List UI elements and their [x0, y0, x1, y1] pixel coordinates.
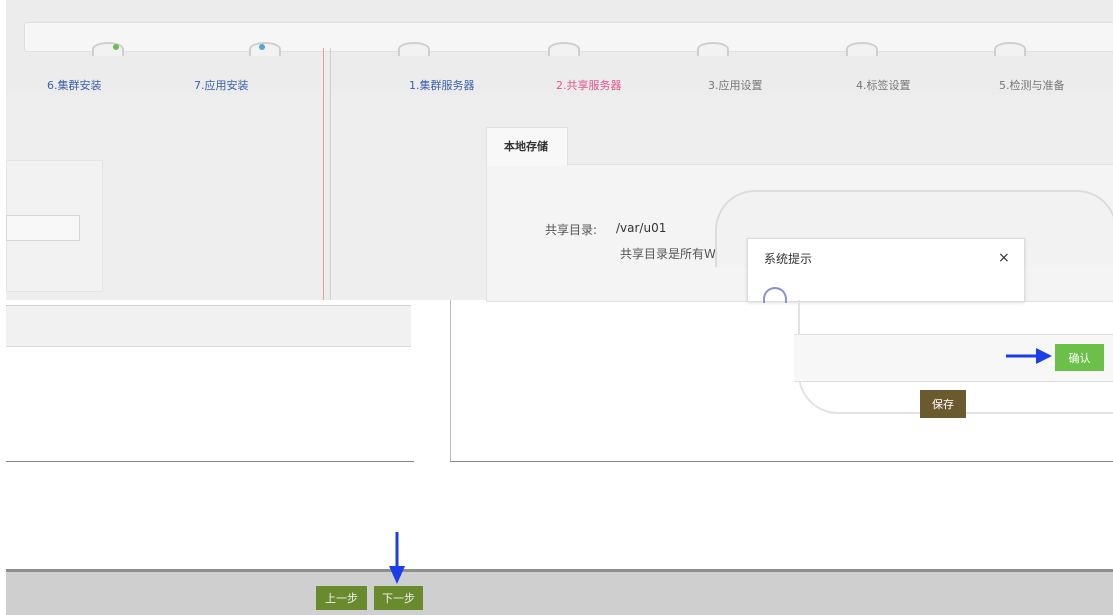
panel-divider [323, 48, 324, 300]
step-cluster-server[interactable]: 1.集群服务器 [409, 77, 475, 93]
step-circle [548, 42, 580, 56]
step-circle [398, 42, 430, 56]
step-circle [92, 42, 124, 56]
step-circle [697, 42, 729, 56]
dialog-title: 系统提示 [764, 252, 813, 266]
step-dot [113, 44, 119, 50]
close-icon[interactable]: × [998, 250, 1010, 266]
confirm-button[interactable]: 确认 [1055, 344, 1104, 371]
step-app-settings[interactable]: 3.应用设置 [708, 77, 763, 93]
step-check-prepare[interactable]: 5.检测与准备 [999, 77, 1065, 93]
step-circle [846, 42, 878, 56]
prev-step-button[interactable]: 上一步 [316, 586, 367, 610]
step-dot [259, 44, 265, 50]
tab-local-storage-label: 本地存储 [504, 140, 548, 153]
bottom-nav-bar [6, 570, 1113, 615]
step-share-server[interactable]: 2.共享服务器 [556, 77, 622, 93]
bottom-nav-border [6, 569, 1113, 572]
share-dir-label: 共享目录: [545, 223, 598, 237]
left-bottom-border [6, 461, 414, 462]
arrow-down-icon [389, 532, 405, 584]
step-app-install[interactable]: 7.应用安装 [194, 77, 249, 93]
next-step-button[interactable]: 下一步 [374, 586, 423, 610]
right-left-border [450, 300, 451, 462]
step-circle [249, 42, 281, 56]
arrow-right-icon [1006, 348, 1052, 364]
left-input[interactable] [6, 215, 80, 241]
right-bottom-border [450, 461, 1113, 462]
left-lower-bar [6, 305, 411, 347]
step-tag-settings[interactable]: 4.标签设置 [856, 77, 911, 93]
save-button[interactable]: 保存 [920, 390, 966, 418]
system-dialog [747, 238, 1025, 302]
step-cluster-install[interactable]: 6.集群安装 [47, 77, 102, 93]
share-dir-value: /var/u01 [616, 221, 667, 235]
step-circle [994, 42, 1026, 56]
